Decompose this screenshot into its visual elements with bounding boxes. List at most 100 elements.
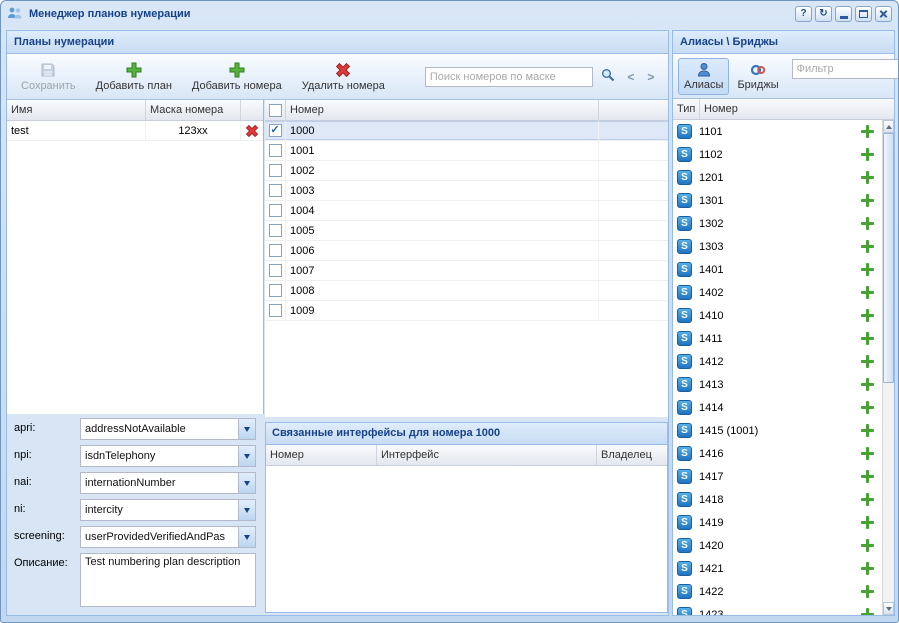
alias-row[interactable]: S1422	[673, 580, 882, 603]
column-header-interface[interactable]: Интерфейс	[377, 445, 597, 465]
alias-row[interactable]: S1201	[673, 166, 882, 189]
screening-combobox[interactable]: userProvidedVerifiedAndPas	[80, 526, 256, 548]
add-alias-icon[interactable]	[861, 125, 874, 138]
maximize-button[interactable]	[855, 6, 872, 22]
add-alias-icon[interactable]	[861, 378, 874, 391]
alias-row[interactable]: S1102	[673, 143, 882, 166]
add-alias-icon[interactable]	[861, 424, 874, 437]
add-alias-icon[interactable]	[861, 516, 874, 529]
save-button[interactable]: Сохранить	[14, 58, 83, 96]
number-checkbox[interactable]	[269, 244, 282, 257]
add-alias-icon[interactable]	[861, 148, 874, 161]
ni-combobox[interactable]: intercity	[80, 499, 256, 521]
alias-row[interactable]: S1302	[673, 212, 882, 235]
number-row[interactable]: 1007	[265, 261, 668, 281]
prev-page-button[interactable]: <	[623, 66, 639, 88]
alias-row[interactable]: S1303	[673, 235, 882, 258]
plan-row[interactable]: test 123xx	[7, 121, 263, 141]
add-alias-icon[interactable]	[861, 447, 874, 460]
aliases-toggle-button[interactable]: Алиасы	[678, 58, 729, 95]
number-checkbox[interactable]	[269, 164, 282, 177]
add-alias-icon[interactable]	[861, 470, 874, 483]
number-row[interactable]: 1000	[265, 121, 668, 141]
alias-row[interactable]: S1417	[673, 465, 882, 488]
add-numbers-button[interactable]: Добавить номера	[185, 58, 289, 96]
number-row[interactable]: 1002	[265, 161, 668, 181]
combo-arrow-icon[interactable]	[238, 446, 255, 466]
number-checkbox[interactable]	[269, 304, 282, 317]
alias-row[interactable]: S1301	[673, 189, 882, 212]
search-input[interactable]	[425, 67, 593, 87]
alias-row[interactable]: S1418	[673, 488, 882, 511]
number-checkbox[interactable]	[269, 264, 282, 277]
alias-row[interactable]: S1420	[673, 534, 882, 557]
add-alias-icon[interactable]	[861, 585, 874, 598]
number-row[interactable]: 1006	[265, 241, 668, 261]
delete-plan-icon[interactable]	[241, 121, 263, 140]
alias-row[interactable]: S1413	[673, 373, 882, 396]
refresh-button[interactable]: ↻	[815, 6, 832, 22]
close-button[interactable]	[875, 6, 892, 22]
npi-combobox[interactable]: isdnTelephony	[80, 445, 256, 467]
add-alias-icon[interactable]	[861, 355, 874, 368]
help-button[interactable]: ?	[795, 6, 812, 22]
number-row[interactable]: 1009	[265, 301, 668, 321]
add-alias-icon[interactable]	[861, 608, 874, 615]
alias-row[interactable]: S1421	[673, 557, 882, 580]
filter-input[interactable]	[792, 59, 899, 79]
number-checkbox[interactable]	[269, 224, 282, 237]
column-header-type[interactable]: Тип	[673, 99, 700, 119]
combo-arrow-icon[interactable]	[238, 419, 255, 439]
add-alias-icon[interactable]	[861, 309, 874, 322]
add-alias-icon[interactable]	[861, 263, 874, 276]
column-header-number[interactable]: Номер	[286, 100, 599, 120]
number-checkbox[interactable]	[269, 124, 282, 137]
add-alias-icon[interactable]	[861, 539, 874, 552]
number-checkbox[interactable]	[269, 184, 282, 197]
next-page-button[interactable]: >	[643, 66, 659, 88]
alias-row[interactable]: S1423	[673, 603, 882, 615]
add-alias-icon[interactable]	[861, 401, 874, 414]
apri-combobox[interactable]: addressNotAvailable	[80, 418, 256, 440]
search-button[interactable]	[597, 66, 619, 88]
add-alias-icon[interactable]	[861, 286, 874, 299]
combo-arrow-icon[interactable]	[238, 473, 255, 493]
alias-row[interactable]: S1410	[673, 304, 882, 327]
alias-row[interactable]: S1411	[673, 327, 882, 350]
alias-row[interactable]: S1101	[673, 120, 882, 143]
add-alias-icon[interactable]	[861, 562, 874, 575]
vertical-scrollbar[interactable]	[882, 120, 894, 615]
column-header-mask[interactable]: Маска номера	[146, 100, 241, 120]
number-checkbox[interactable]	[269, 284, 282, 297]
select-all-checkbox[interactable]	[269, 104, 282, 117]
scroll-down-button[interactable]	[883, 602, 894, 615]
add-alias-icon[interactable]	[861, 240, 874, 253]
column-header-if-number[interactable]: Номер	[266, 445, 377, 465]
number-row[interactable]: 1004	[265, 201, 668, 221]
alias-row[interactable]: S1419	[673, 511, 882, 534]
scrollbar-thumb[interactable]	[883, 133, 894, 383]
add-alias-icon[interactable]	[861, 493, 874, 506]
alias-row[interactable]: S1414	[673, 396, 882, 419]
alias-row[interactable]: S1412	[673, 350, 882, 373]
number-row[interactable]: 1001	[265, 141, 668, 161]
alias-row[interactable]: S1401	[673, 258, 882, 281]
alias-row[interactable]: S1416	[673, 442, 882, 465]
number-row[interactable]: 1005	[265, 221, 668, 241]
alias-row[interactable]: S1402	[673, 281, 882, 304]
add-plan-button[interactable]: Добавить план	[89, 58, 179, 96]
description-textarea[interactable]: Test numbering plan description	[80, 553, 256, 607]
alias-row[interactable]: S1415 (1001)	[673, 419, 882, 442]
minimize-button[interactable]	[835, 6, 852, 22]
column-header-alias-number[interactable]: Номер	[700, 99, 894, 119]
number-row[interactable]: 1008	[265, 281, 668, 301]
add-alias-icon[interactable]	[861, 171, 874, 184]
add-alias-icon[interactable]	[861, 194, 874, 207]
column-header-name[interactable]: Имя	[7, 100, 146, 120]
scroll-up-button[interactable]	[883, 120, 894, 133]
add-alias-icon[interactable]	[861, 217, 874, 230]
add-alias-icon[interactable]	[861, 332, 874, 345]
combo-arrow-icon[interactable]	[238, 527, 255, 547]
number-checkbox[interactable]	[269, 204, 282, 217]
combo-arrow-icon[interactable]	[238, 500, 255, 520]
